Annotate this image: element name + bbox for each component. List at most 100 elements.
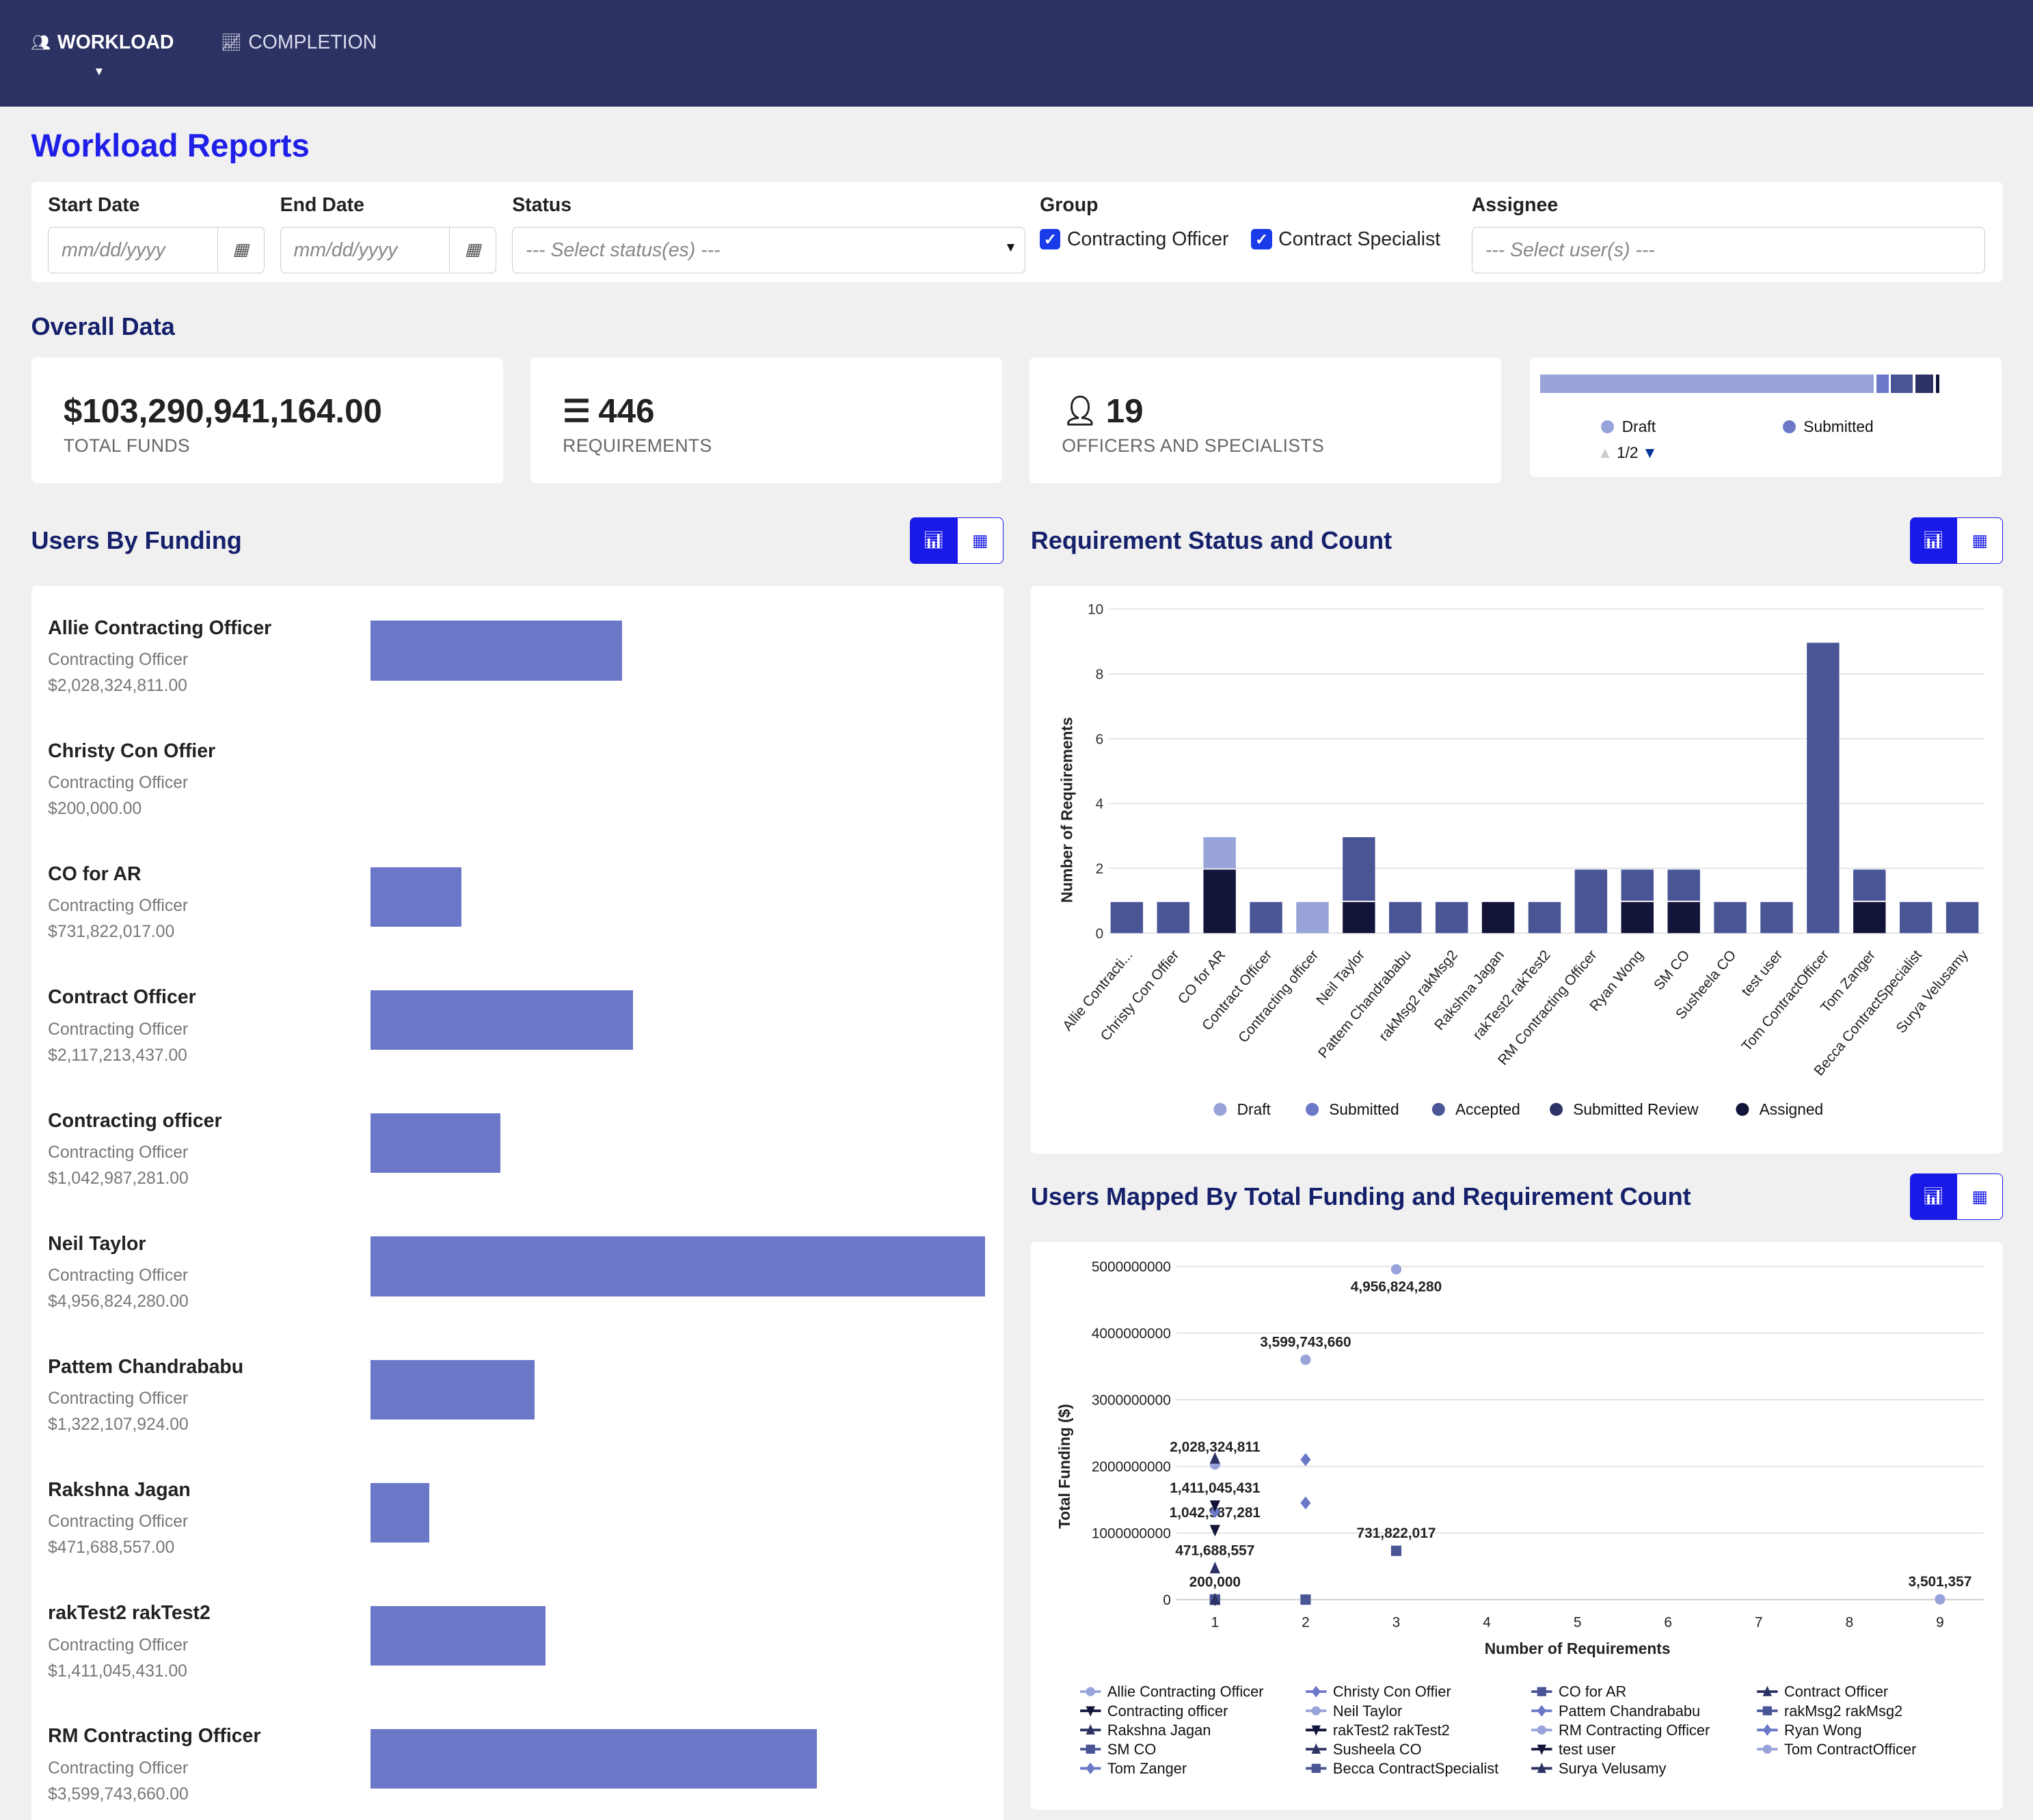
funding-row: Christy Con Offier Contracting Officer $… [31, 737, 1004, 841]
page-up-icon[interactable]: ▲ [1598, 444, 1613, 462]
funding-row: Rakshna Jagan Contracting Officer $471,6… [31, 1476, 1004, 1580]
data-label: 731,822,017 [1356, 1525, 1436, 1541]
funding-bar[interactable] [371, 1236, 986, 1296]
nav-workload[interactable]: 👥︎ WORKLOAD [31, 31, 174, 54]
x-tick-label: rakMsg2 rakMsg2 [1376, 947, 1461, 1044]
bar-chart-view-button[interactable]: 📊︎ [910, 517, 957, 565]
bar-segment [1435, 902, 1468, 934]
user-funding-amount: $471,688,557.00 [48, 1538, 175, 1558]
page-title: Workload Reports [31, 127, 310, 164]
group-label: Group [1040, 194, 1099, 217]
page-down-icon[interactable]: ▼ [1642, 444, 1658, 462]
requirements-value: 446 [598, 392, 655, 430]
legend-marker [1549, 1103, 1563, 1117]
legend-label: CO for AR [1559, 1683, 1626, 1700]
bar-segment [1853, 902, 1886, 934]
data-label: 200,000 [1189, 1575, 1241, 1590]
legend-label: rakMsg2 rakMsg2 [1784, 1702, 1902, 1720]
bar-chart-view-button[interactable]: 📊︎ [1909, 517, 1957, 565]
legend-marker [1311, 1706, 1321, 1715]
dropdown-caret-icon[interactable]: ▼ [94, 65, 105, 79]
status-segment-submitted [1876, 375, 1889, 393]
user-funding-amount: $3,599,743,660.00 [48, 1784, 189, 1804]
start-date-input[interactable]: mm/dd/yyyy ▦ [48, 226, 265, 274]
legend-marker [1431, 1103, 1445, 1117]
nav-completion[interactable]: 📈︎ COMPLETION [220, 31, 377, 54]
user-group: Contracting Officer [48, 897, 189, 916]
data-point [1209, 1525, 1220, 1537]
legend-draft[interactable]: Draft [1601, 418, 1656, 436]
legend-marker [1086, 1762, 1095, 1775]
top-nav: 👥︎ WORKLOAD ▼ 📈︎ COMPLETION [0, 0, 2033, 107]
table-view-button[interactable]: ▦ [1956, 1173, 2004, 1220]
bar-segment [1574, 869, 1607, 934]
funding-bar[interactable] [371, 1605, 546, 1666]
x-axis-title: Number of Requirements [1485, 1640, 1671, 1657]
draft-dot-icon [1601, 420, 1615, 433]
bar-segment [1621, 869, 1654, 901]
legend-marker [1086, 1687, 1095, 1696]
x-tick-label: 9 [1936, 1614, 1944, 1630]
user-group: Contracting Officer [48, 1635, 189, 1655]
funding-bar[interactable] [371, 1359, 535, 1420]
legend-label: Ryan Wong [1784, 1722, 1862, 1739]
user-funding-amount: $200,000.00 [48, 800, 142, 819]
data-point [1390, 1545, 1401, 1556]
legend-submitted[interactable]: Submitted [1782, 418, 1874, 436]
bar-segment [1899, 902, 1933, 934]
legend-label: Contracting officer [1107, 1702, 1228, 1720]
bar-segment [1296, 902, 1329, 934]
end-date-input[interactable]: mm/dd/yyyy ▦ [280, 226, 497, 274]
status-segment-draft [1540, 375, 1874, 393]
legend-marker [1762, 1706, 1772, 1715]
user-funding-amount: $731,822,017.00 [48, 923, 175, 942]
x-tick-label: 1 [1211, 1614, 1219, 1630]
table-view-button[interactable]: ▦ [1956, 517, 2004, 565]
bar-chart-view-button[interactable]: 📊︎ [1909, 1173, 1957, 1220]
assignee-select[interactable]: --- Select user(s) --- [1471, 226, 1985, 274]
calendar-icon[interactable]: ▦ [449, 227, 496, 272]
status-select[interactable]: --- Select status(es) --- ▼ [512, 226, 1026, 274]
list-icon: ☰ [563, 393, 591, 429]
data-point [1300, 1594, 1311, 1605]
x-tick-label: 2 [1302, 1614, 1310, 1630]
funding-bar[interactable] [371, 1482, 429, 1543]
user-name: Neil Taylor [48, 1232, 146, 1255]
checkbox-checked-icon[interactable]: ✓ [1040, 229, 1061, 250]
funding-bar[interactable] [371, 1113, 500, 1173]
funding-row: Pattem Chandrababu Contracting Officer $… [31, 1353, 1004, 1457]
y-tick-label: 1000000000 [1092, 1526, 1171, 1542]
users-icon: 👥︎ [31, 33, 51, 51]
funding-bar[interactable] [371, 990, 634, 1050]
funding-bar[interactable] [371, 867, 462, 927]
officers-label: OFFICERS AND SPECIALISTS [1062, 435, 1325, 457]
funding-row: Contracting officer Contracting Officer … [31, 1107, 1004, 1211]
legend-label: Tom Zanger [1107, 1760, 1187, 1777]
data-point [1390, 1264, 1401, 1275]
bar-segment [1853, 869, 1886, 901]
filter-panel: Start Date mm/dd/yyyy ▦ End Date mm/dd/y… [31, 181, 2004, 283]
view-toggle: 📊︎ ▦ [1909, 517, 2004, 565]
data-label: 3,501,357 [1908, 1574, 1971, 1590]
user-name: Contract Officer [48, 986, 196, 1009]
y-tick-label: 8 [1095, 667, 1103, 683]
bar-segment [1621, 902, 1654, 934]
group-checkbox-contracting-officer[interactable]: ✓ Contracting Officer [1040, 228, 1229, 251]
funding-bar[interactable] [371, 1729, 818, 1789]
user-funding-amount: $1,322,107,924.00 [48, 1415, 189, 1435]
group-checkbox-contract-specialist[interactable]: ✓ Contract Specialist [1251, 228, 1440, 251]
user-name: rakTest2 rakTest2 [48, 1602, 211, 1625]
x-tick-label: 6 [1664, 1614, 1672, 1630]
funding-bar[interactable] [371, 621, 623, 681]
user-funding-amount: $1,042,987,281.00 [48, 1169, 189, 1188]
y-tick-label: 4 [1095, 797, 1103, 813]
bar-segment [1528, 902, 1561, 934]
calendar-icon[interactable]: ▦ [217, 227, 264, 272]
y-tick-label: 10 [1088, 602, 1103, 618]
legend-marker [1311, 1763, 1321, 1774]
table-view-button[interactable]: ▦ [956, 517, 1004, 565]
legend-marker [1762, 1724, 1772, 1736]
checkbox-checked-icon[interactable]: ✓ [1251, 229, 1272, 250]
bar-segment [1250, 902, 1282, 934]
users-mapped-panel: 0 1000000000 2000000000 3000000000 400000000… [1030, 1242, 2004, 1810]
